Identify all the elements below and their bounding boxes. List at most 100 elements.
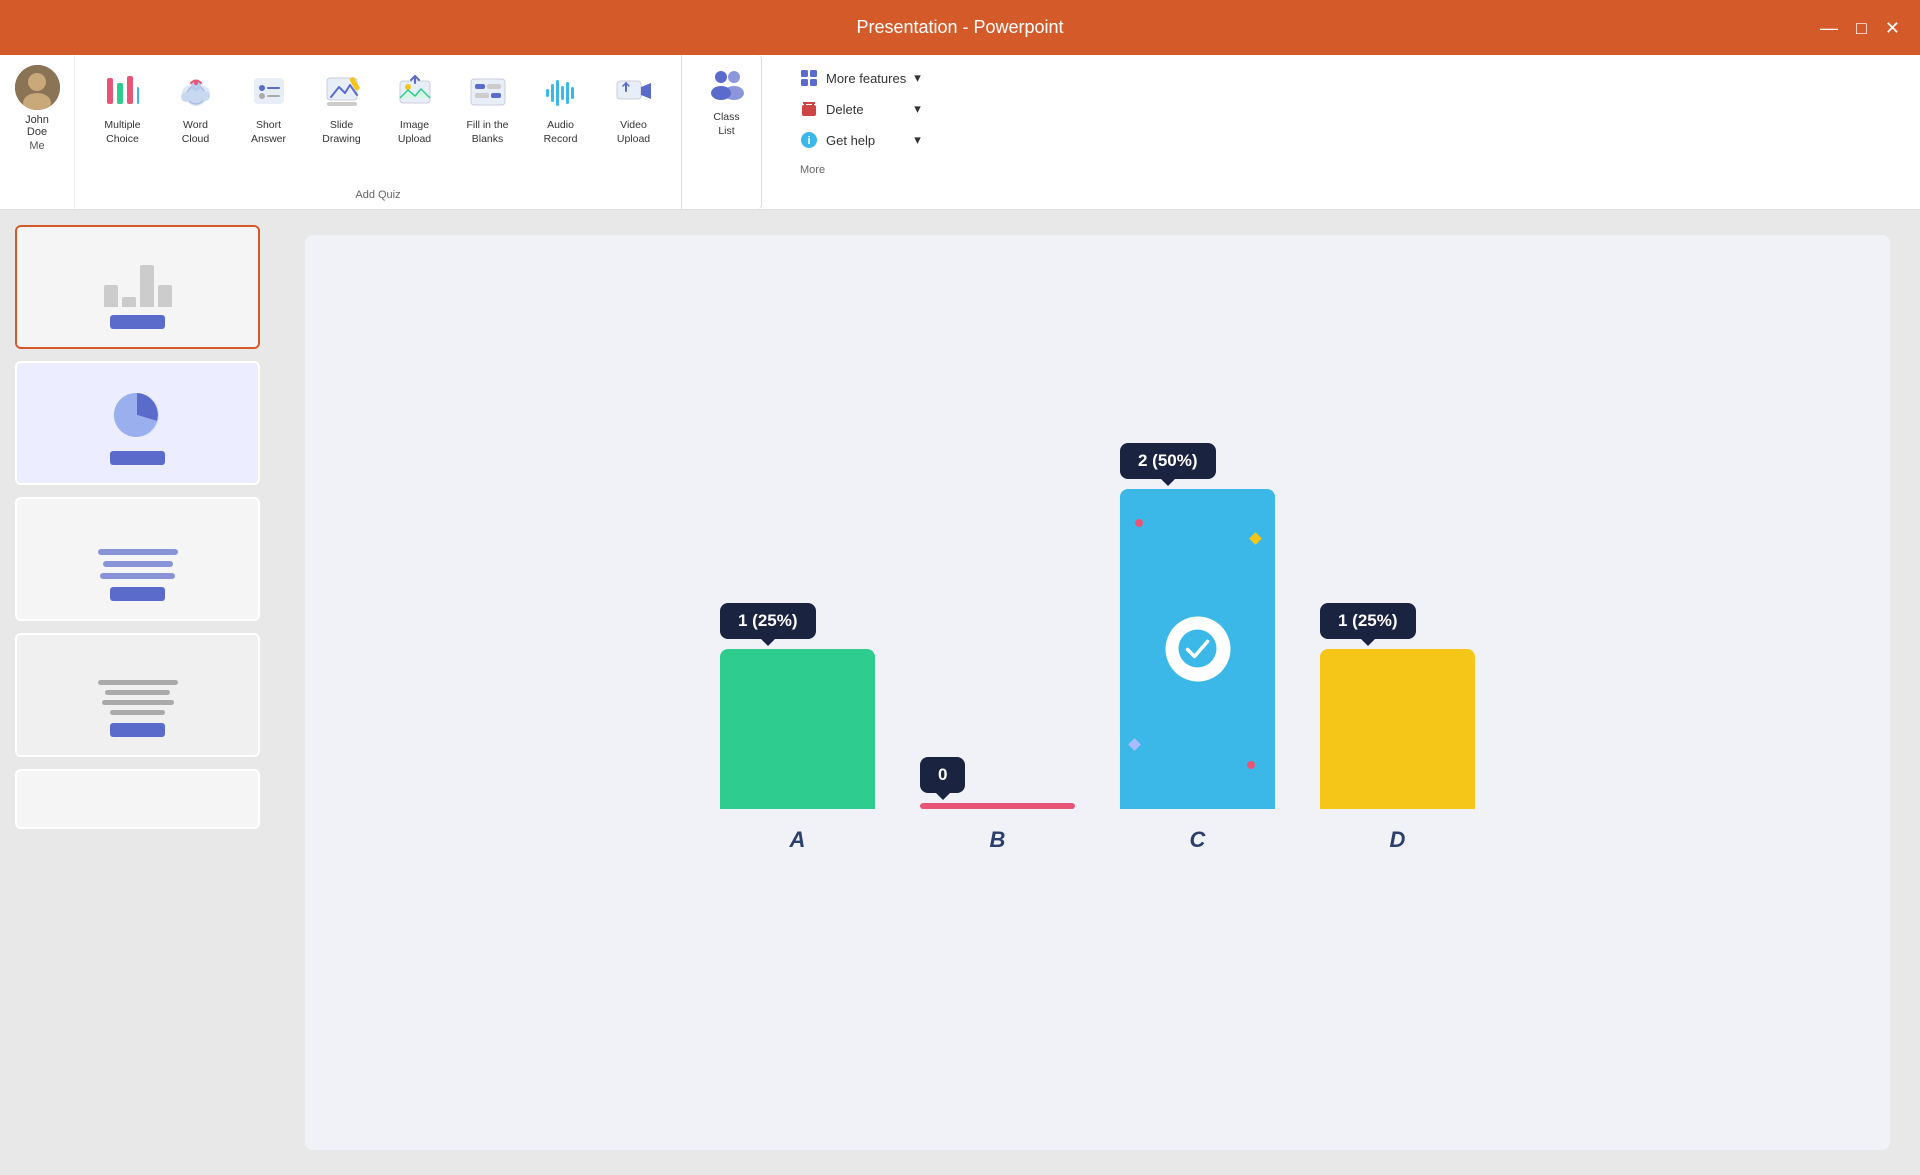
bar-d: 1 (25%): [1320, 649, 1475, 809]
bar-a: 1 (25%): [720, 649, 875, 809]
more-features-button[interactable]: More features ▾: [792, 65, 929, 91]
short-answer-label: ShortAnswer: [251, 119, 286, 146]
ribbon: JohnDoe Me MultipleChoice: [0, 55, 1920, 210]
title-bar: Presentation - Powerpoint — □ ✕: [0, 0, 1920, 55]
chart-col-c: 2 (50%): [1120, 489, 1275, 853]
slide3-button: [110, 587, 165, 601]
fill-blanks-label: Fill in theBlanks: [466, 119, 508, 146]
slide2-button: [110, 451, 165, 465]
audio-record-icon: [540, 71, 582, 113]
sparkle-1: [1135, 519, 1143, 527]
chart-col-a: 1 (25%) A: [720, 649, 875, 853]
class-list-button[interactable]: Class List: [692, 55, 762, 209]
bar-label-a: A: [790, 827, 806, 853]
chart-col-d: 1 (25%) D: [1320, 649, 1475, 853]
video-upload-label: VideoUpload: [617, 119, 650, 146]
bar-b: 0: [920, 803, 1075, 809]
word-cloud-button[interactable]: WordCloud: [163, 63, 228, 183]
bar-label-b: B: [990, 827, 1006, 853]
sparkle-4: [1128, 738, 1141, 751]
add-quiz-label: Add Quiz: [90, 183, 666, 201]
more-features-chevron: ▾: [914, 70, 921, 86]
bar-c: 2 (50%): [1120, 489, 1275, 809]
sparkle-3: [1249, 532, 1262, 545]
audio-record-button[interactable]: AudioRecord: [528, 63, 593, 183]
svg-text:i: i: [807, 135, 810, 147]
slide-thumbnail-4[interactable]: [15, 633, 260, 757]
short-answer-button[interactable]: ShortAnswer: [236, 63, 301, 183]
more-features-icon: [800, 69, 818, 87]
audio-record-label: AudioRecord: [544, 119, 578, 146]
image-upload-button[interactable]: ImageUpload: [382, 63, 447, 183]
sparkle-6: [1123, 718, 1136, 731]
delete-chevron: ▾: [914, 101, 921, 117]
slide1-bar-d: [158, 285, 172, 307]
sparkle-5: [1247, 761, 1255, 769]
slide-thumbnail-3[interactable]: [15, 497, 260, 621]
user-name: JohnDoe: [25, 114, 49, 138]
tooltip-c: 2 (50%): [1120, 443, 1216, 479]
main-area: 1 (25%) A 0 B: [0, 210, 1920, 1175]
maximize-button[interactable]: □: [1856, 19, 1867, 37]
multiple-choice-icon: [102, 71, 144, 113]
window-title: Presentation - Powerpoint: [856, 17, 1063, 38]
short-answer-icon: [248, 71, 290, 113]
quiz-items: MultipleChoice: [90, 63, 666, 183]
tooltip-a: 1 (25%): [720, 603, 816, 639]
user-me-label: Me: [29, 140, 44, 152]
slide1-button: [110, 315, 165, 329]
minimize-button[interactable]: —: [1820, 19, 1838, 37]
slide-thumbnail-5[interactable]: [15, 769, 260, 829]
delete-button[interactable]: Delete ▾: [792, 96, 929, 122]
more-label: More: [792, 158, 929, 176]
multiple-choice-button[interactable]: MultipleChoice: [90, 63, 155, 183]
tooltip-d: 1 (25%): [1320, 603, 1416, 639]
slide-thumbnail-2[interactable]: [15, 361, 260, 485]
sparkle-2: [1140, 549, 1148, 557]
chart-container: 1 (25%) A 0 B: [720, 473, 1475, 913]
ribbon-user: JohnDoe Me: [0, 55, 75, 209]
get-help-label: Get help: [826, 133, 875, 148]
class-list-icon: [706, 63, 748, 105]
slide1-bar-b: [122, 297, 136, 307]
slide-drawing-button[interactable]: SlideDrawing: [309, 63, 374, 183]
bar-label-c: C: [1190, 827, 1206, 853]
slide1-bar-a: [104, 285, 118, 307]
slide-drawing-label: SlideDrawing: [322, 119, 361, 146]
window-controls: — □ ✕: [1820, 19, 1900, 37]
slide2-pie: [110, 388, 165, 443]
correct-badge: [1165, 616, 1230, 681]
slide-drawing-icon: [321, 71, 363, 113]
delete-icon: [800, 100, 818, 118]
slide-canvas: 1 (25%) A 0 B: [305, 235, 1890, 1150]
get-help-chevron: ▾: [914, 132, 921, 148]
slide1-chart: [104, 247, 172, 307]
slide4-lines: [98, 665, 178, 715]
class-list-label: Class List: [704, 111, 749, 138]
get-help-icon: i: [800, 131, 818, 149]
image-upload-icon: [394, 71, 436, 113]
bar-label-d: D: [1390, 827, 1406, 853]
get-help-button[interactable]: i Get help ▾: [792, 127, 929, 153]
more-section: More features ▾ Delete ▾ i Get help ▾ Mo…: [772, 55, 949, 209]
word-cloud-icon: [175, 71, 217, 113]
slide3-lines: [98, 529, 178, 579]
tooltip-b: 0: [920, 757, 965, 793]
slide4-button: [110, 723, 165, 737]
delete-label: Delete: [826, 102, 864, 117]
canvas-area: 1 (25%) A 0 B: [275, 210, 1920, 1175]
slide1-bar-c: [140, 265, 154, 307]
image-upload-label: ImageUpload: [398, 119, 431, 146]
video-upload-icon: [613, 71, 655, 113]
slide-panel: [0, 210, 275, 1175]
fill-blanks-button[interactable]: Fill in theBlanks: [455, 63, 520, 183]
chart-col-b: 0 B: [920, 485, 1075, 853]
add-quiz-section: MultipleChoice: [75, 55, 682, 209]
word-cloud-label: WordCloud: [182, 119, 209, 146]
video-upload-button[interactable]: VideoUpload: [601, 63, 666, 183]
multiple-choice-label: MultipleChoice: [104, 119, 140, 146]
fill-blanks-icon: [467, 71, 509, 113]
slide-thumbnail-1[interactable]: [15, 225, 260, 349]
avatar[interactable]: [15, 65, 60, 110]
close-button[interactable]: ✕: [1885, 19, 1900, 37]
